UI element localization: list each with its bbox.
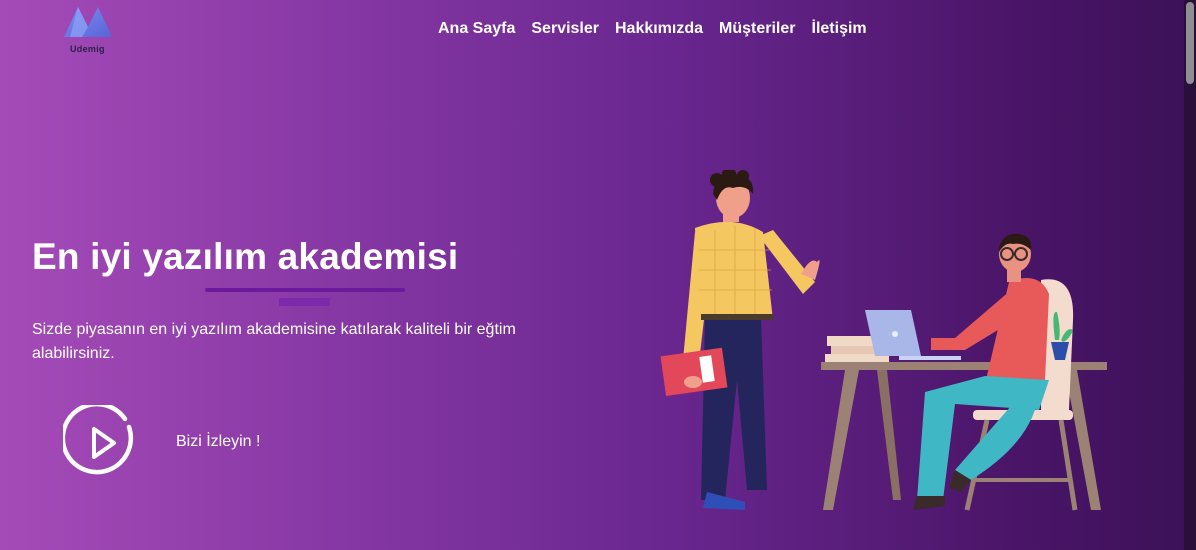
play-circle-icon bbox=[60, 401, 134, 475]
title-underline-accent bbox=[279, 298, 330, 306]
hero-illustration bbox=[655, 167, 1115, 525]
title-underline bbox=[205, 288, 405, 292]
watch-label[interactable]: Bizi İzleyin ! bbox=[176, 433, 260, 451]
standing-man-figure bbox=[660, 167, 820, 510]
nav-item-about[interactable]: Hakkımızda bbox=[615, 20, 703, 38]
mountain-m-logo-icon bbox=[64, 7, 112, 37]
brand-name: Udemig bbox=[70, 44, 105, 54]
play-button[interactable] bbox=[60, 401, 139, 481]
scrollbar[interactable] bbox=[1184, 0, 1196, 550]
hero-title: En iyi yazılım akademisi bbox=[32, 236, 459, 277]
nav-item-home[interactable]: Ana Sayfa bbox=[438, 20, 515, 38]
nav-item-contact[interactable]: İletişim bbox=[812, 20, 867, 38]
hero-description: Sizde piyasanın en iyi yazılım akademisi… bbox=[32, 321, 516, 362]
scrollbar-thumb[interactable] bbox=[1186, 2, 1194, 84]
main-nav: Ana Sayfa Servisler Hakkımızda Müşterile… bbox=[438, 20, 883, 38]
seated-man-figure bbox=[913, 233, 1049, 510]
brand-logo[interactable]: Udemig bbox=[62, 5, 114, 57]
nav-item-services[interactable]: Servisler bbox=[531, 20, 599, 38]
nav-item-customers[interactable]: Müşteriler bbox=[719, 20, 795, 38]
